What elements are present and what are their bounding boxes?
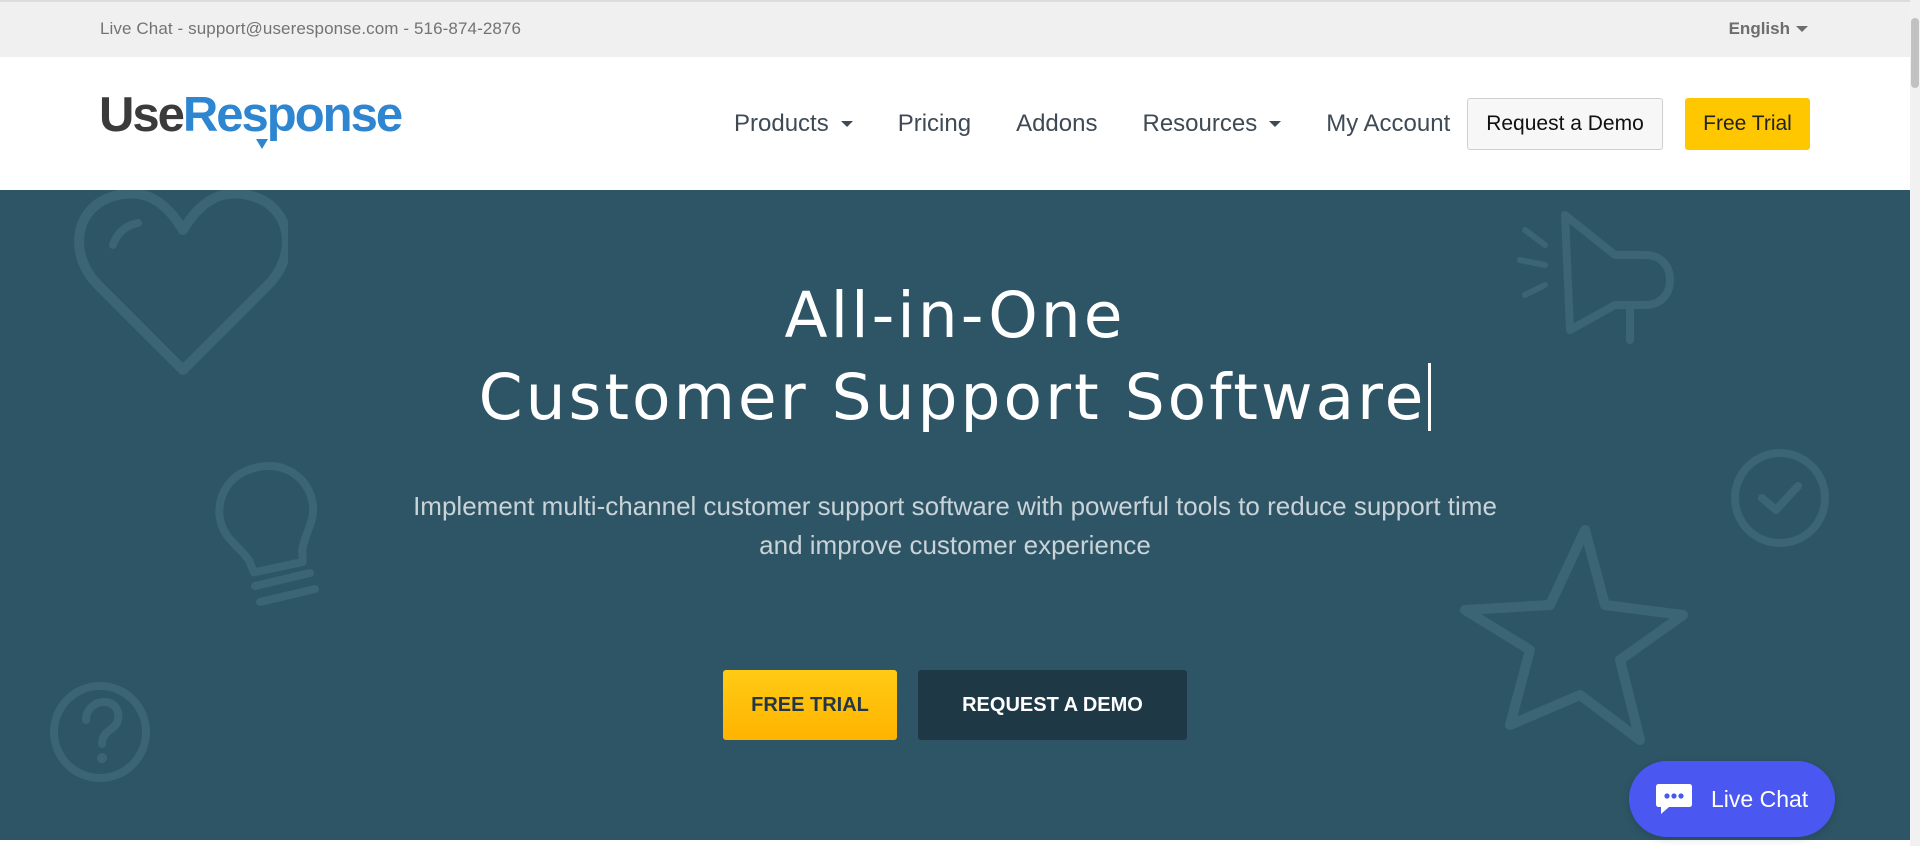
- main-nav: Products Pricing Addons Resources My Acc…: [734, 98, 1450, 150]
- nav-my-account[interactable]: My Account: [1326, 110, 1450, 138]
- nav-pricing[interactable]: Pricing: [898, 110, 971, 138]
- nav-addons[interactable]: Addons: [1016, 110, 1097, 138]
- nav-products[interactable]: Products: [734, 110, 853, 138]
- question-icon: [50, 682, 150, 782]
- hero-request-demo-button[interactable]: REQUEST A DEMO: [918, 670, 1187, 740]
- chevron-down-icon: [1796, 26, 1808, 32]
- hero-section: All-in-One Customer Support Software Imp…: [0, 190, 1910, 840]
- hero-subtitle: Implement multi-channel customer support…: [413, 491, 1497, 560]
- lightbulb-icon: [215, 462, 319, 606]
- language-label: English: [1728, 19, 1790, 38]
- nav-pricing-label: Pricing: [897, 110, 972, 137]
- chevron-down-icon: [1269, 121, 1282, 127]
- hero-free-trial-button[interactable]: FREE TRIAL: [723, 670, 897, 740]
- nav-products-label: Products: [734, 110, 829, 137]
- logo-speech-tail-icon: [256, 139, 268, 149]
- scrollbar-thumb[interactable]: [1911, 18, 1919, 88]
- nav-addons-label: Addons: [1016, 110, 1098, 137]
- live-chat-button[interactable]: Live Chat: [1629, 761, 1835, 837]
- hero-title-line1: All-in-One: [0, 275, 1910, 357]
- nav-resources[interactable]: Resources: [1142, 110, 1282, 138]
- language-selector[interactable]: English: [1729, 19, 1808, 39]
- request-demo-button[interactable]: Request a Demo: [1467, 98, 1663, 150]
- nav-resources-label: Resources: [1142, 110, 1258, 137]
- nav-my-account-label: My Account: [1326, 110, 1451, 137]
- hero-title-line2-text: Customer Support Software: [478, 361, 1427, 434]
- live-chat-label: Live Chat: [1711, 785, 1809, 812]
- text-cursor: [1428, 363, 1432, 431]
- page-scrollbar[interactable]: [1910, 0, 1920, 846]
- logo-response-text: Response: [182, 88, 403, 142]
- chat-bubble-icon: [1656, 784, 1692, 814]
- check-circle-icon: [1731, 449, 1829, 547]
- hero-title-line1-text: All-in-One: [784, 279, 1126, 352]
- contact-info[interactable]: Live Chat - support@useresponse.com - 51…: [100, 19, 521, 39]
- free-trial-button[interactable]: Free Trial: [1685, 98, 1810, 150]
- logo[interactable]: UseResponse: [99, 88, 403, 151]
- chevron-down-icon: [840, 121, 853, 127]
- main-header: UseResponse Products Pricing Addons Reso…: [0, 57, 1910, 190]
- hero-title-line2: Customer Support Software: [0, 357, 1910, 439]
- logo-use-text: Use: [99, 88, 185, 142]
- top-utility-bar: Live Chat - support@useresponse.com - 51…: [0, 0, 1910, 57]
